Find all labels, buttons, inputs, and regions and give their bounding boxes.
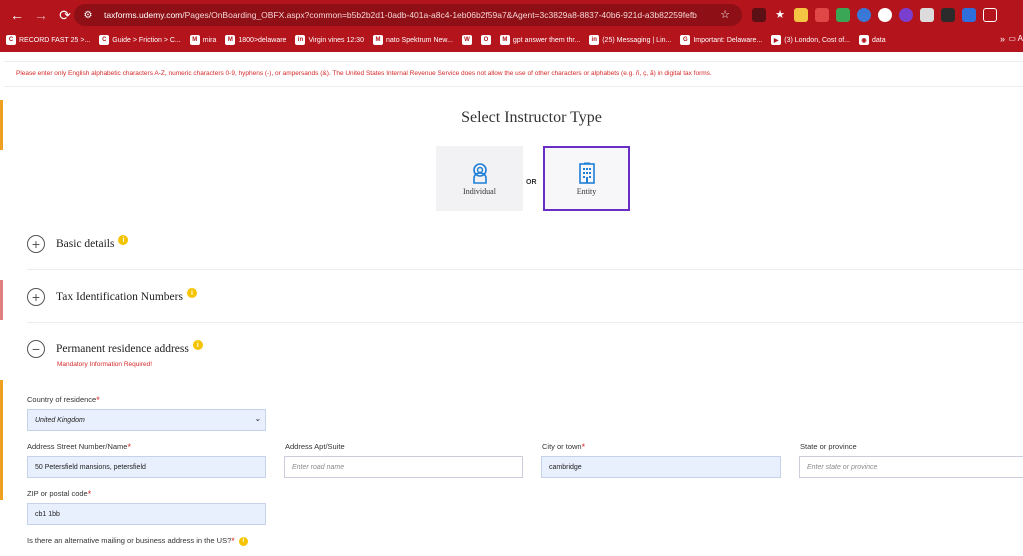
gmail-icon: M [499, 35, 510, 45]
extension-icon[interactable] [962, 8, 976, 22]
bookmark-favicon-icon: C [6, 35, 16, 45]
info-icon[interactable]: i [186, 288, 197, 298]
expand-plus-icon[interactable]: + [27, 235, 45, 253]
bookmark-item[interactable]: Mnato Spektrum New... [372, 35, 453, 45]
individual-option[interactable]: Individual [436, 146, 523, 211]
bookmark-item[interactable]: ◉ data [859, 35, 886, 45]
section-tin[interactable]: + Tax Identification Numbers i [27, 288, 1023, 306]
extension-icon[interactable] [815, 8, 829, 22]
section-title: Tax Identification Numbers [56, 291, 183, 303]
country-select[interactable]: United Kingdom ⌄ [27, 409, 266, 431]
state-input[interactable]: Enter state or province [799, 456, 1023, 478]
bookmark-item[interactable]: in Virgin vines 12:30 [295, 35, 364, 45]
street-input[interactable]: 50 Petersfield mansions, petersfield [27, 456, 266, 478]
alt-address-question: Is there an alternative mailing or busin… [27, 536, 248, 546]
extensions-row: ★ [752, 8, 997, 22]
github-icon: ◉ [859, 35, 869, 45]
extension-icon[interactable] [836, 8, 850, 22]
extension-icon[interactable] [752, 8, 766, 22]
extension-icon[interactable] [878, 8, 892, 22]
wordpress-icon: W [461, 35, 472, 45]
individual-icon [472, 162, 487, 184]
extension-icon[interactable] [794, 8, 808, 22]
required-mark: * [231, 536, 235, 546]
back-arrow-icon[interactable]: ← [6, 4, 28, 26]
bookmark-item[interactable]: C RECORD FAST 25 >... [6, 35, 90, 45]
extension-icon[interactable] [857, 8, 871, 22]
building-icon [578, 162, 595, 184]
info-icon[interactable]: i [238, 536, 248, 546]
bookmark-favicon-icon: O [480, 35, 491, 45]
apt-input[interactable]: Enter road name [284, 456, 523, 478]
bookmark-item[interactable]: Mgpt answer them thr... [499, 35, 580, 45]
left-edge-accent [0, 280, 3, 320]
extension-icon[interactable] [920, 8, 934, 22]
bookmark-item[interactable]: Mmira [189, 35, 216, 45]
folder-icon: ▭ [1008, 34, 1016, 43]
city-label: City or town* [542, 442, 586, 452]
mandatory-notice: Mandatory Information Required! [57, 361, 153, 368]
gmail-icon: M [189, 35, 200, 45]
divider [27, 269, 1023, 270]
required-mark: * [581, 442, 586, 452]
linkedin-icon: in [295, 35, 306, 45]
puzzle-icon[interactable] [983, 8, 997, 22]
gmail-icon: M [372, 35, 383, 45]
section-basic-details[interactable]: + Basic details i [27, 235, 1023, 253]
bookmark-item[interactable]: C Guide > Friction > C... [99, 35, 181, 45]
extension-icon[interactable] [899, 8, 913, 22]
bookmark-item[interactable]: W [461, 35, 472, 45]
page-title: Select Instructor Type [461, 109, 602, 126]
left-edge-accent [0, 380, 3, 500]
state-label: State or province [800, 442, 857, 451]
individual-label: Individual [463, 186, 496, 196]
extension-icon[interactable] [941, 8, 955, 22]
info-icon[interactable]: i [192, 340, 203, 350]
city-input[interactable]: cambridge [541, 456, 781, 478]
required-mark: * [127, 442, 131, 452]
country-label: Country of residence* [27, 395, 100, 405]
expand-plus-icon[interactable]: + [27, 288, 45, 306]
bookmark-folder[interactable]: ▭ A [1008, 34, 1023, 43]
section-title: Permanent residence address [56, 343, 189, 355]
required-mark: * [96, 395, 100, 405]
gmail-icon: M [225, 35, 236, 45]
bookmarks-more-icon[interactable]: » [1000, 34, 1005, 44]
section-title: Basic details [56, 238, 115, 250]
forward-arrow-icon[interactable]: → [30, 4, 52, 26]
bookmark-item[interactable]: O [480, 35, 491, 45]
chevron-down-icon: ⌄ [254, 414, 261, 423]
collapse-minus-icon[interactable]: − [27, 340, 45, 358]
bookmark-item[interactable]: in (25) Messaging | Lin... [589, 35, 671, 45]
entity-option[interactable]: Entity [543, 146, 630, 211]
bookmark-favicon-icon: C [99, 35, 110, 45]
character-warning: Please enter only English alphabetic cha… [4, 61, 1023, 87]
apt-label: Address Apt/Suite [285, 442, 345, 451]
zip-label: ZIP or postal code* [27, 489, 92, 499]
zip-input[interactable]: cb1 1bb [27, 503, 266, 525]
required-mark: * [87, 489, 92, 499]
bookmark-item[interactable]: G Important: Delaware... [680, 35, 762, 45]
url-text: taxforms.udemy.com/Pages/OnBoarding_OBFX… [104, 10, 697, 20]
bookmark-item[interactable]: ▶ (3) London, Cost of... [771, 35, 850, 45]
section-residence-address[interactable]: − Permanent residence address i [27, 340, 1023, 358]
entity-label: Entity [576, 186, 597, 196]
street-label: Address Street Number/Name* [27, 442, 131, 452]
divider [27, 322, 1023, 323]
or-label: OR [526, 179, 537, 186]
star-extension-icon[interactable]: ★ [773, 8, 787, 22]
bookmark-star-icon[interactable]: ☆ [720, 8, 730, 21]
address-bar[interactable]: ⚙ taxforms.udemy.com/Pages/OnBoarding_OB… [74, 4, 742, 26]
bookmarks-bar: C RECORD FAST 25 >... C Guide > Friction >… [0, 30, 1023, 50]
info-icon[interactable]: i [118, 235, 129, 245]
youtube-icon: ▶ [771, 35, 782, 45]
reload-icon[interactable]: ⟳ [54, 4, 76, 26]
linkedin-icon: in [589, 35, 600, 45]
bookmark-item[interactable]: M 1800>delaware [225, 35, 286, 45]
google-icon: G [680, 35, 691, 45]
site-info-icon[interactable]: ⚙ [82, 9, 94, 21]
